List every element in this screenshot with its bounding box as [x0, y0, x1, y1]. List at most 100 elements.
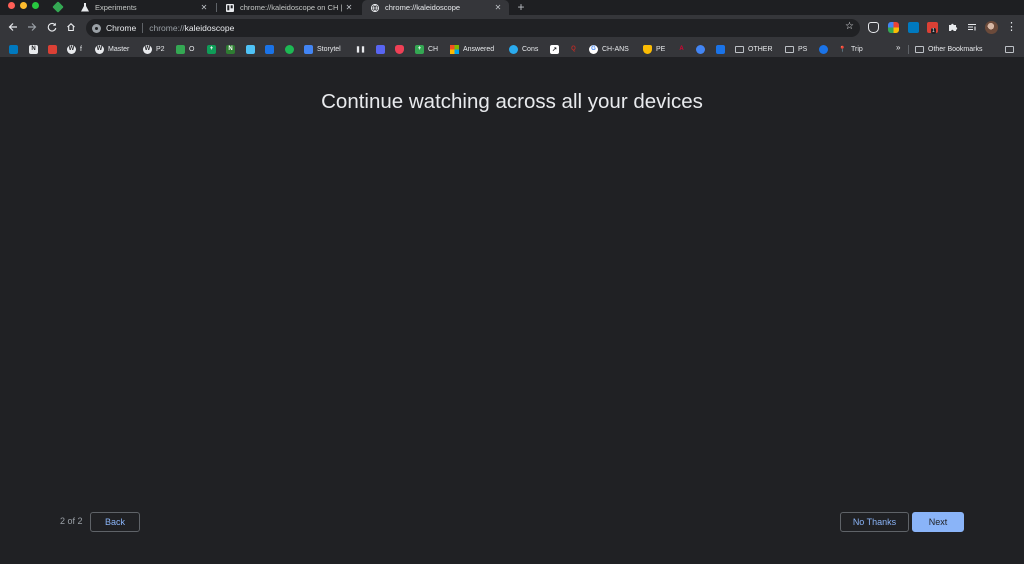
- bookmark-item[interactable]: Q: [569, 43, 582, 55]
- bookmark-star-icon[interactable]: ☆: [845, 21, 854, 32]
- bookmark-item[interactable]: Answered: [450, 43, 494, 55]
- chrome-site-icon[interactable]: [92, 23, 101, 33]
- bookmark-label: PE: [656, 45, 666, 53]
- globe-icon: [696, 44, 705, 54]
- profile-avatar[interactable]: [985, 21, 998, 34]
- address-bar[interactable]: Chrome chrome://kaleidoscope ☆: [86, 19, 860, 37]
- trello-extension-icon[interactable]: [908, 22, 919, 33]
- discord-icon: [376, 44, 385, 54]
- bookmarks-folder-icon-button[interactable]: [1005, 43, 1018, 55]
- bookmark-item[interactable]: 📍 Trip: [838, 43, 863, 55]
- reading-list-icon[interactable]: [965, 20, 979, 34]
- bookmark-item[interactable]: [696, 43, 709, 55]
- pinned-tab[interactable]: [52, 1, 65, 13]
- pocket-extension-icon[interactable]: [868, 22, 879, 33]
- bookmark-item[interactable]: [716, 43, 729, 55]
- tab-title: Experiments: [95, 3, 137, 12]
- kaleidoscope-page: Continue watching across all your device…: [0, 57, 1024, 564]
- bookmark-item[interactable]: [819, 43, 832, 55]
- bookmark-item[interactable]: N: [29, 43, 42, 55]
- bookmark-item[interactable]: A: [677, 43, 690, 55]
- tab-experiments[interactable]: Experiments ✕: [72, 0, 215, 15]
- globe-icon: [370, 3, 379, 12]
- tab-strip: Experiments ✕ chrome://kaleidoscope on C…: [0, 0, 1024, 15]
- tab-close-icon[interactable]: ✕: [199, 3, 209, 12]
- pocket-icon: [395, 44, 404, 54]
- bookmark-label: CH: [428, 45, 439, 53]
- back-button[interactable]: Back: [90, 512, 140, 532]
- spotify-icon: [285, 44, 294, 54]
- home-icon[interactable]: [64, 20, 78, 34]
- bookmark-item[interactable]: [48, 43, 61, 55]
- bookmark-folder-ps[interactable]: PS: [785, 43, 807, 55]
- sheets-icon: +: [415, 44, 424, 54]
- bookmark-label: P2: [156, 45, 165, 53]
- toolbar: Chrome chrome://kaleidoscope ☆ 1 ⋮: [0, 15, 1024, 41]
- pinned-tab-icon: [52, 1, 64, 13]
- tab-close-icon[interactable]: ✕: [344, 3, 354, 12]
- bookmark-label: PS: [798, 45, 808, 53]
- bookmark-label: Answered: [463, 45, 495, 53]
- bookmark-item[interactable]: Storytel: [304, 43, 341, 55]
- bookmark-item[interactable]: ↗: [550, 43, 563, 55]
- extensions-puzzle-icon[interactable]: [946, 20, 960, 34]
- reload-icon[interactable]: [45, 20, 59, 34]
- bookmark-item[interactable]: + CH: [415, 43, 438, 55]
- next-button[interactable]: Next: [912, 512, 964, 532]
- bookmark-folder-other[interactable]: OTHER: [735, 43, 773, 55]
- app-icon: [265, 44, 274, 54]
- folder-icon: [1005, 45, 1014, 53]
- bookmark-item[interactable]: N: [226, 43, 239, 55]
- circle-icon: [819, 44, 828, 54]
- bookmark-label: f: [80, 45, 82, 53]
- url-scheme: chrome://: [149, 23, 185, 33]
- bookmarks-separator: [908, 45, 909, 54]
- forward-arrow-icon[interactable]: [25, 20, 39, 34]
- arrow-icon: ↗: [550, 44, 559, 54]
- q-icon: Q: [571, 46, 576, 52]
- bookmark-item[interactable]: [9, 43, 22, 55]
- window-close-button[interactable]: [8, 2, 15, 9]
- docs-icon: [304, 44, 313, 54]
- todoist-extension-icon[interactable]: 1: [927, 22, 938, 34]
- tab-title: chrome://kaleidoscope on CH |: [240, 3, 343, 12]
- window-icon: [246, 44, 255, 54]
- back-arrow-icon[interactable]: [6, 20, 20, 34]
- more-menu-icon[interactable]: ⋮: [1006, 20, 1017, 34]
- flask-icon: [80, 3, 89, 12]
- bookmark-item[interactable]: [285, 43, 298, 55]
- folder-icon: [735, 45, 744, 53]
- color-extension-icon[interactable]: [888, 22, 899, 33]
- bookmark-item[interactable]: +: [207, 43, 220, 55]
- tab-kaleidoscope[interactable]: chrome://kaleidoscope ✕: [362, 0, 509, 15]
- site-chip: Chrome: [106, 23, 137, 33]
- bookmark-item[interactable]: [246, 43, 259, 55]
- step-indicator: 2 of 2: [60, 516, 83, 526]
- address-divider: [142, 23, 144, 33]
- bookmark-item[interactable]: [265, 43, 278, 55]
- todoist-icon: [48, 44, 57, 54]
- tab-close-icon[interactable]: ✕: [493, 3, 503, 12]
- tab-kaleidoscope-ch[interactable]: chrome://kaleidoscope on CH | ✕: [217, 0, 360, 15]
- bookmark-item[interactable]: W P2: [143, 43, 165, 55]
- bookmark-item[interactable]: W Master: [95, 43, 129, 55]
- bookmark-item[interactable]: PE: [643, 43, 665, 55]
- bookmark-item[interactable]: Cons: [509, 43, 538, 55]
- bookmark-item[interactable]: ❚❚: [355, 43, 369, 55]
- window-minimize-button[interactable]: [20, 2, 27, 9]
- no-thanks-button[interactable]: No Thanks: [840, 512, 909, 532]
- wordpress-icon: W: [143, 44, 152, 54]
- wordpress-icon: W: [67, 44, 76, 54]
- window-zoom-button[interactable]: [32, 2, 39, 9]
- new-tab-button[interactable]: +: [515, 0, 527, 14]
- bookmark-item[interactable]: G CH-ANS: [589, 43, 629, 55]
- other-bookmarks-folder[interactable]: Other Bookmarks: [915, 43, 982, 55]
- folder-icon: [785, 45, 794, 53]
- bookmark-item[interactable]: O: [176, 43, 194, 55]
- bookmark-item[interactable]: [376, 43, 389, 55]
- sheets-icon: +: [207, 44, 216, 54]
- bookmark-item[interactable]: [395, 43, 408, 55]
- bookmark-item[interactable]: Wf: [67, 43, 82, 55]
- google-icon: G: [589, 44, 598, 54]
- bookmarks-overflow-button[interactable]: »: [896, 43, 900, 52]
